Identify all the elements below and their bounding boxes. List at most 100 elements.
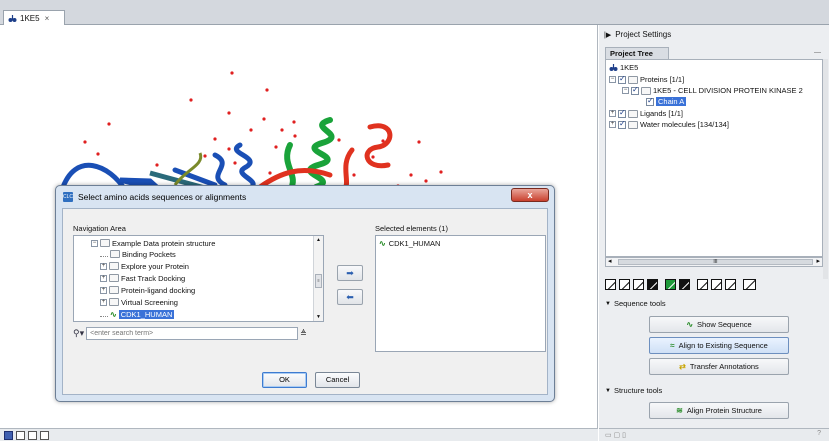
nav-item-virtual-screening[interactable]: + Virtual Screening: [100, 297, 178, 307]
tree-item-proteins[interactable]: − Proteins [1/1]: [609, 74, 684, 85]
editor-tab-bar: 1KE5 ×: [0, 0, 829, 25]
expand-icon[interactable]: +: [609, 121, 616, 128]
expand-icon[interactable]: +: [100, 262, 107, 270]
expand-icon[interactable]: +: [100, 286, 107, 294]
nav-item-fast-track-docking[interactable]: + Fast Track Docking: [100, 273, 185, 283]
tab-1ke5[interactable]: 1KE5 ×: [3, 10, 65, 25]
project-settings-header[interactable]: |▶ Project Settings: [604, 30, 671, 39]
table-view-icon[interactable]: [16, 430, 25, 440]
scroll-up-icon[interactable]: ▲: [316, 237, 321, 243]
remove-from-selection-button[interactable]: ⬅: [337, 289, 363, 305]
expand-icon[interactable]: +: [609, 110, 616, 117]
visual-style-toolbar: [605, 279, 756, 290]
collapse-icon[interactable]: −: [622, 87, 629, 94]
style-spacefill-icon[interactable]: [647, 279, 658, 290]
search-input[interactable]: [86, 327, 299, 340]
tree-item-water[interactable]: + Water molecules [134/134]: [609, 119, 729, 130]
style-sticks-icon[interactable]: [619, 279, 630, 290]
checkbox[interactable]: [618, 74, 626, 84]
app-logo-icon: CLC: [63, 192, 74, 202]
dialog-title-bar[interactable]: CLC Select amino acids sequences or alig…: [56, 186, 554, 208]
scroll-thumb[interactable]: ≡: [315, 274, 322, 288]
minimize-icon[interactable]: —: [814, 49, 821, 56]
style-backbone-icon[interactable]: [711, 279, 722, 290]
selected-elements-list: ∿ CDK1_HUMAN: [375, 235, 546, 352]
help-icon[interactable]: ?: [817, 430, 821, 437]
tree-label: 1KE5 - CELL DIVISION PROTEIN KINASE 2: [653, 86, 803, 95]
selected-elements-label: Selected elements (1): [375, 224, 448, 233]
folder-icon: [109, 298, 119, 306]
style-cartoon-icon[interactable]: [665, 279, 676, 290]
cancel-button[interactable]: Cancel: [315, 372, 360, 388]
collapse-icon[interactable]: −: [609, 76, 616, 83]
tree-item-ligands[interactable]: + Ligands [1/1]: [609, 108, 683, 119]
folder-icon: [628, 120, 638, 129]
checkbox[interactable]: [618, 108, 626, 118]
collapse-icon[interactable]: −: [91, 239, 98, 247]
structure-icon: [8, 14, 17, 22]
graph-view-icon[interactable]: [28, 430, 37, 440]
style-ball-stick-icon[interactable]: [633, 279, 644, 290]
close-button[interactable]: x: [511, 188, 549, 202]
structure-tools-header[interactable]: ▼ Structure tools: [605, 386, 662, 395]
style-table-icon[interactable]: [725, 279, 736, 290]
structure-view-icon[interactable]: [4, 430, 13, 440]
close-icon[interactable]: ×: [45, 14, 50, 23]
tree-label: Ligands [1/1]: [640, 109, 683, 118]
view-toolbar: [0, 428, 598, 441]
scroll-right-icon[interactable]: ▸: [816, 257, 820, 265]
tab-project-tree[interactable]: Project Tree: [605, 47, 669, 59]
style-label-icon[interactable]: [697, 279, 708, 290]
list-item[interactable]: ∿ CDK1_HUMAN: [379, 239, 440, 248]
footer-tools-icon[interactable]: ▭ ▢ ▯: [605, 431, 626, 439]
tree-label: 1KE5: [620, 63, 639, 72]
add-to-selection-button[interactable]: ➡: [337, 265, 363, 281]
checkbox[interactable]: [631, 85, 639, 95]
nav-item-explore-protein[interactable]: + Explore your Protein: [100, 261, 189, 271]
scroll-thumb[interactable]: III: [618, 259, 813, 265]
checkbox[interactable]: [618, 119, 626, 129]
ok-button[interactable]: OK: [262, 372, 307, 388]
nav-item-protein-ligand-docking[interactable]: + Protein-ligand docking: [100, 285, 195, 295]
tree-item-protein-entry[interactable]: − 1KE5 - CELL DIVISION PROTEIN KINASE 2: [622, 85, 803, 96]
button-label: Show Sequence: [697, 320, 752, 329]
blue-helix: [59, 142, 256, 193]
side-panel: |▶ Project Settings Project Tree — 1KE5 …: [599, 25, 829, 441]
align-protein-structure-button[interactable]: ≋ Align Protein Structure: [649, 402, 789, 419]
search-icon[interactable]: ⚲▾: [73, 328, 84, 339]
button-label: Transfer Annotations: [689, 362, 759, 371]
history-view-icon[interactable]: [40, 430, 49, 440]
nav-item-binding-pockets[interactable]: Binding Pockets: [100, 249, 176, 259]
expand-icon[interactable]: +: [100, 298, 107, 306]
collapse-arrow-icon[interactable]: |▶: [604, 31, 611, 39]
tree-item-chain[interactable]: Chain A: [646, 96, 687, 107]
horizontal-scrollbar[interactable]: ◂ III ▸: [605, 257, 823, 267]
align-icon: ≈: [670, 341, 675, 350]
nav-label: CDK1_HUMAN: [118, 309, 175, 319]
sequence-tools-header[interactable]: ▼ Sequence tools: [605, 299, 666, 308]
scroll-down-icon[interactable]: ▼: [316, 314, 321, 320]
nav-item-example-data[interactable]: − Example Data protein structure: [91, 238, 215, 248]
tree-item-root[interactable]: 1KE5: [609, 62, 638, 73]
search-bar: ⚲▾ ≜: [73, 327, 324, 340]
show-sequence-button[interactable]: ∿ Show Sequence: [649, 316, 789, 333]
expand-triangle-icon: ▼: [605, 387, 611, 394]
sort-icon[interactable]: ≜: [300, 329, 307, 338]
tree-label: Water molecules [134/134]: [640, 120, 729, 129]
folder-icon: [100, 239, 110, 247]
navigation-scrollbar[interactable]: ▲ ≡ ▼: [313, 236, 323, 321]
folder-icon: [110, 250, 120, 258]
style-surface-icon[interactable]: [679, 279, 690, 290]
vertical-scrollbar[interactable]: [823, 59, 828, 279]
fit-width-icon[interactable]: [743, 279, 756, 290]
transfer-annotations-button[interactable]: ⇄ Transfer Annotations: [649, 358, 789, 375]
nav-item-cdk1-human[interactable]: ∿ CDK1_HUMAN: [100, 309, 175, 319]
expand-icon[interactable]: +: [100, 274, 107, 282]
style-wireframe-icon[interactable]: [605, 279, 616, 290]
nav-label: Fast Track Docking: [121, 273, 186, 283]
checkbox[interactable]: [646, 96, 654, 106]
green-helix: [284, 117, 335, 193]
scroll-left-icon[interactable]: ◂: [608, 257, 612, 265]
align-existing-sequence-button[interactable]: ≈ Align to Existing Sequence: [649, 337, 789, 354]
folder-icon: [109, 262, 119, 270]
